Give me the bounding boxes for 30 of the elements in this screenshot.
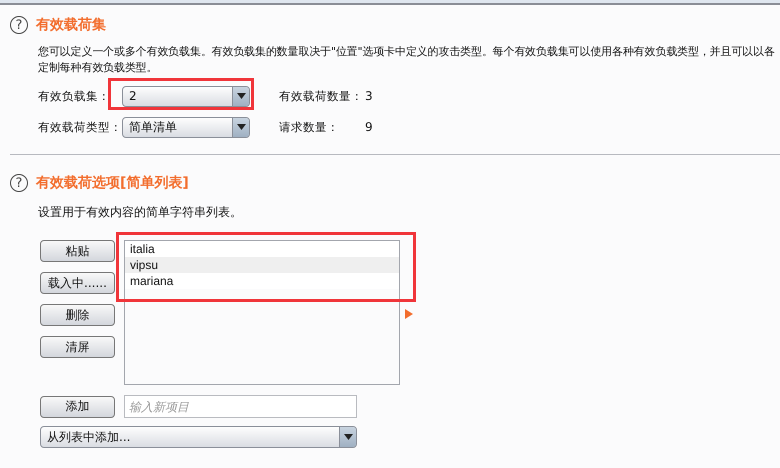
action-button[interactable]: 载入中...... [40, 272, 115, 294]
input-field[interactable]: 输入新项目 [124, 395, 357, 418]
play-arrow-icon[interactable] [405, 309, 413, 319]
list-item[interactable]: italia [125, 241, 399, 257]
help-icon[interactable]: ? [10, 174, 28, 192]
dropdown[interactable]: 从列表中添加... [40, 426, 357, 448]
action-button[interactable]: 删除 [40, 304, 115, 326]
section-title: 有效载荷选项[简单列表] [36, 174, 189, 192]
field-label: 有效负载集： [38, 88, 111, 104]
description-text: 设置用于有效内容的简单字符串列表。 [38, 204, 243, 221]
caret-icon [236, 93, 246, 99]
list-item[interactable]: mariana [125, 273, 399, 289]
dropdown[interactable]: 2 [122, 86, 250, 106]
stat-label: 请求数量： [279, 120, 340, 134]
stat-label: 有效载荷数量： [279, 88, 364, 104]
caret-icon [344, 434, 352, 440]
dropdown[interactable]: 简单清单 [122, 116, 250, 138]
stat-value: 9 [365, 120, 373, 134]
add-button[interactable]: 添加 [40, 396, 115, 418]
caret-icon [236, 124, 246, 130]
stat-value: 3 [365, 89, 373, 103]
description-text: 定制每种有效负载类型。 [38, 60, 158, 76]
field-label: 有效载荷类型： [38, 120, 122, 134]
help-icon[interactable]: ? [10, 16, 28, 34]
description-text: 您可以定义一个或多个有效负载集。有效负载集的数量取决于"位置"选项卡中定义的攻击类型。每个有效负载集可以使用各种有效负载类型，并且可以以各 [38, 44, 776, 60]
list-box[interactable]: italia vipsu mariana [124, 240, 400, 385]
action-button[interactable]: 粘贴 [40, 240, 115, 262]
list-item[interactable]: vipsu [125, 257, 399, 273]
action-button[interactable]: 清屏 [40, 336, 115, 358]
section-title: 有效载荷集 [36, 16, 106, 34]
